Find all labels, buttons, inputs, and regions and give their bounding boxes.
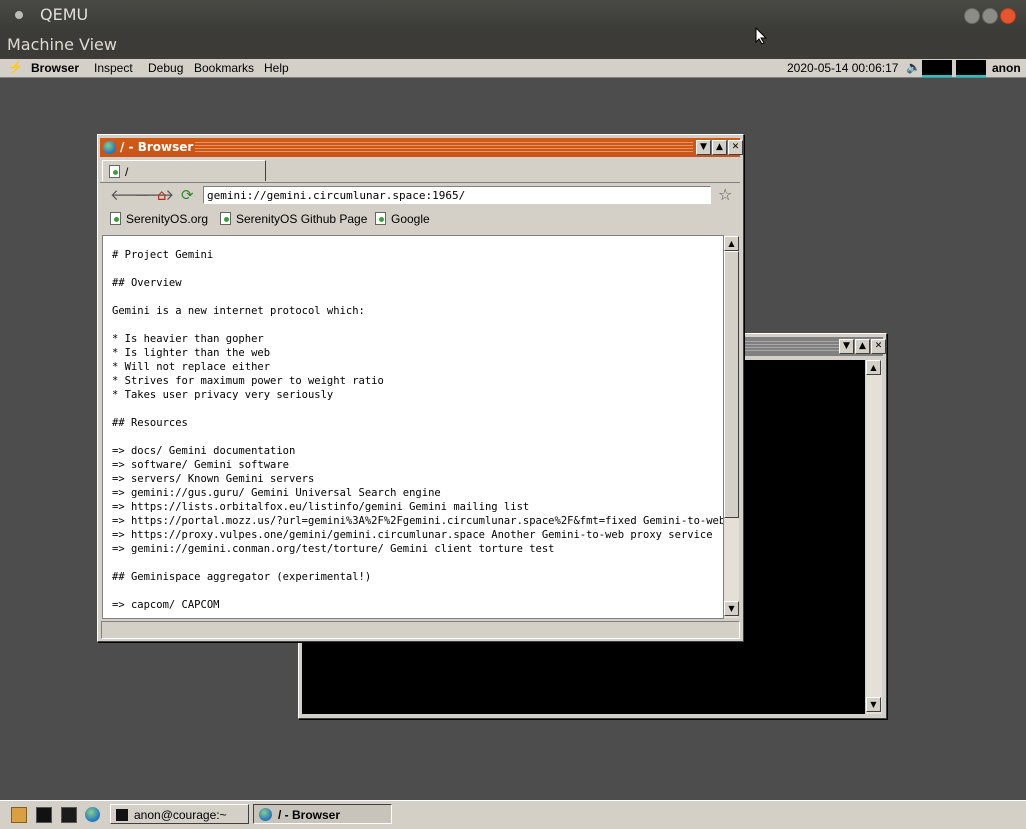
bookmarks-bar: SerenityOS.org SerenityOS Github Page Go…	[100, 208, 740, 230]
menu-machine[interactable]: Machine	[7, 35, 74, 54]
username: anon	[992, 61, 1021, 75]
maximize-button[interactable]: ▲	[712, 140, 727, 155]
scroll-thumb[interactable]	[724, 251, 739, 518]
menu-view[interactable]: View	[79, 35, 117, 54]
scroll-up-button[interactable]: ▲	[866, 360, 881, 375]
url-input[interactable]: gemini://gemini.circumlunar.space:1965/	[203, 186, 711, 204]
scroll-down-button[interactable]: ▼	[724, 601, 739, 616]
mouse-cursor-icon	[755, 27, 767, 45]
qemu-title: QEMU	[40, 5, 89, 24]
page-icon	[110, 212, 121, 225]
minimize-button[interactable]: ▼	[839, 339, 854, 354]
maximize-button[interactable]: ▲	[855, 339, 870, 354]
forward-icon[interactable]: 🡒	[134, 188, 174, 203]
close-button[interactable]: ✕	[871, 339, 886, 354]
reload-icon[interactable]: ⟳	[181, 188, 194, 203]
window-title: / - Browser	[120, 140, 194, 154]
browser-icon	[259, 808, 272, 821]
cpu-graph	[922, 60, 952, 77]
taskbar-browser-button[interactable]: / - Browser	[253, 804, 392, 824]
page-icon	[109, 165, 120, 178]
terminal-icon[interactable]	[36, 807, 52, 823]
bookmark-star-icon[interactable]: ☆	[718, 187, 732, 203]
memory-graph	[956, 60, 986, 77]
menu-debug[interactable]: Debug	[148, 61, 183, 75]
close-button[interactable]: ✕	[728, 140, 743, 155]
menu-browser[interactable]: Browser	[31, 61, 79, 75]
terminal-icon	[116, 809, 128, 821]
page-icon	[220, 212, 231, 225]
tab-root[interactable]: /	[102, 160, 266, 181]
maximize-icon[interactable]	[982, 8, 998, 24]
scroll-down-button[interactable]: ▼	[866, 697, 881, 712]
volume-icon[interactable]: 🔈	[906, 60, 921, 74]
browser-app-icon	[103, 141, 116, 154]
minimize-icon[interactable]	[964, 8, 980, 24]
menu-inspect[interactable]: Inspect	[94, 61, 133, 75]
browser-title-bar[interactable]: / - Browser ▼ ▲ ✕	[100, 138, 743, 157]
taskbar: anon@courage:~ / - Browser	[0, 800, 1026, 829]
system-menu-bar: ⚡ Browser Inspect Debug Bookmarks Help 2…	[0, 59, 1026, 78]
page-content[interactable]: # Project Gemini ## Overview Gemini is a…	[102, 235, 724, 619]
scroll-up-button[interactable]: ▲	[724, 236, 739, 251]
minimize-button[interactable]: ▼	[696, 140, 711, 155]
status-bar	[101, 621, 740, 639]
browser-toolbar: 🡐 🡒 ⌂ ⟳ gemini://gemini.circumlunar.spac…	[100, 182, 740, 209]
browser-window: / - Browser ▼ ▲ ✕ / 🡐 🡒 ⌂ ⟳ gemini://gem…	[97, 134, 744, 642]
clock: 2020-05-14 00:06:17	[787, 61, 899, 75]
bookmark-serenityos[interactable]: SerenityOS.org	[110, 212, 208, 226]
system-menu-icon[interactable]: ⚡	[8, 60, 23, 74]
folder-icon[interactable]	[11, 807, 27, 823]
gemini-document: # Project Gemini ## Overview Gemini is a…	[112, 249, 724, 611]
page-icon	[375, 212, 386, 225]
page-scrollbar[interactable]: ▲ ▼	[724, 236, 739, 618]
bookmark-google[interactable]: Google	[375, 212, 430, 226]
qemu-title-bar: QEMU	[0, 0, 1026, 30]
browser-icon[interactable]	[85, 807, 100, 822]
system-monitor-icon[interactable]	[61, 807, 77, 823]
qemu-menu-bar: Machine View	[0, 27, 1026, 59]
menu-bookmarks[interactable]: Bookmarks	[194, 61, 254, 75]
terminal-scrollbar[interactable]: ▲ ▼	[866, 360, 882, 714]
bookmark-github[interactable]: SerenityOS Github Page	[220, 212, 367, 226]
close-icon[interactable]	[1000, 8, 1016, 24]
tab-label: /	[125, 165, 129, 179]
window-menu-icon[interactable]	[15, 11, 23, 19]
taskbar-terminal-button[interactable]: anon@courage:~	[110, 804, 249, 824]
menu-help[interactable]: Help	[264, 61, 289, 75]
home-icon[interactable]: ⌂	[157, 188, 167, 203]
